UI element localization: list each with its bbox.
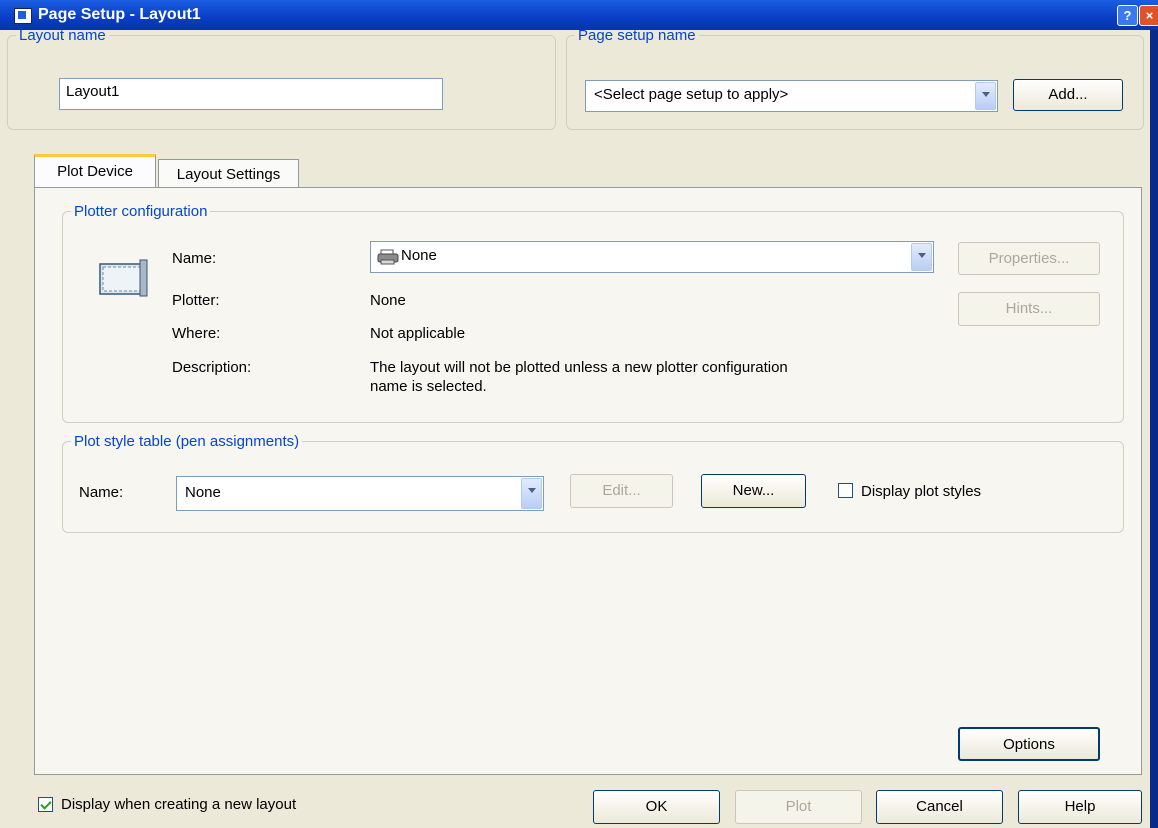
plot-style-value: None <box>185 484 221 501</box>
where-label: Where: <box>172 325 221 342</box>
description-label: Description: <box>172 359 252 376</box>
display-plot-styles-checkbox[interactable] <box>838 483 853 498</box>
page-setup-dropdown[interactable]: <Select page setup to apply> <box>585 80 998 112</box>
plotter-configuration-legend: Plotter configuration <box>74 203 208 220</box>
edit-plot-style-button[interactable]: Edit... <box>570 474 673 508</box>
ok-button[interactable]: OK <box>593 790 720 824</box>
display-new-layout-checkbox[interactable] <box>38 797 53 812</box>
add-button[interactable]: Add... <box>1013 79 1123 111</box>
plot-style-name-label: Name: <box>79 484 124 501</box>
help-icon[interactable]: ? <box>1117 5 1138 26</box>
chevron-down-icon[interactable] <box>521 478 542 509</box>
properties-button[interactable]: Properties... <box>958 242 1100 275</box>
chevron-down-icon[interactable] <box>975 82 996 110</box>
plotter-label: Plotter: <box>172 292 220 309</box>
help-button[interactable]: Help <box>1018 790 1142 824</box>
options-button[interactable]: Options <box>958 727 1100 761</box>
tab-layout-settings[interactable]: Layout Settings <box>158 159 299 189</box>
window-title: Page Setup - Layout1 <box>38 6 201 23</box>
display-new-layout-label: Display when creating a new layout <box>61 796 297 813</box>
plotter-icon <box>99 259 148 297</box>
tab-plot-device[interactable]: Plot Device <box>34 154 156 188</box>
plotter-name-label: Name: <box>172 250 217 267</box>
plotter-value: None <box>370 292 406 309</box>
page-setup-dropdown-value: <Select page setup to apply> <box>594 86 789 103</box>
layout-name-legend: Layout name <box>19 27 106 44</box>
hints-button[interactable]: Hints... <box>958 292 1100 326</box>
plotter-name-value: None <box>401 247 437 264</box>
page-setup-icon <box>14 8 32 24</box>
description-line-2: name is selected. <box>370 378 487 395</box>
chevron-down-icon[interactable] <box>911 243 932 271</box>
display-plot-styles-label: Display plot styles <box>861 483 982 500</box>
page-setup-dialog: Layout name Layout1 Page setup name <Sel… <box>0 27 1150 828</box>
plot-style-dropdown[interactable]: None <box>176 476 544 511</box>
new-plot-style-button[interactable]: New... <box>701 474 806 508</box>
title-bar: Page Setup - Layout1 ? × <box>0 0 1158 30</box>
plot-button[interactable]: Plot <box>735 790 862 824</box>
cancel-button[interactable]: Cancel <box>876 790 1003 824</box>
close-icon[interactable]: × <box>1139 5 1158 26</box>
plot-style-legend: Plot style table (pen assignments) <box>74 433 300 450</box>
where-value: Not applicable <box>370 325 466 342</box>
printer-icon <box>377 249 399 265</box>
description-line-1: The layout will not be plotted unless a … <box>370 359 788 376</box>
page-setup-name-legend: Page setup name <box>578 27 696 44</box>
layout-name-input[interactable]: Layout1 <box>59 78 443 110</box>
plotter-name-dropdown[interactable]: None <box>370 241 934 273</box>
